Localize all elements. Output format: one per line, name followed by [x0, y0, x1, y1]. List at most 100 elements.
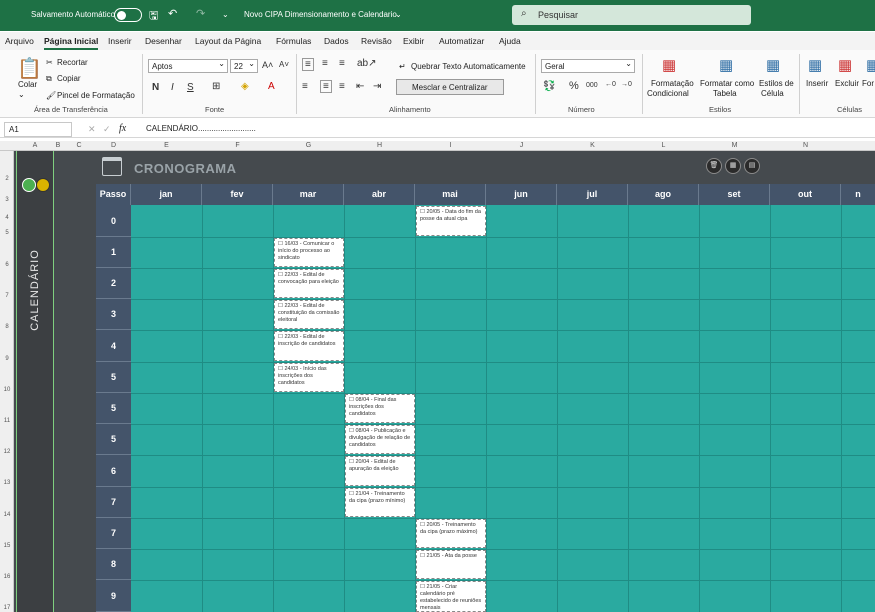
name-box[interactable]: A1	[4, 122, 72, 137]
row-header[interactable]: 9	[0, 356, 14, 362]
step-cell[interactable]: 3	[96, 299, 131, 330]
step-cell[interactable]: 8	[96, 549, 131, 580]
column-header[interactable]: M	[699, 142, 770, 149]
italic-icon[interactable]: I	[171, 82, 174, 93]
format-as-table-icon[interactable]: ▦	[719, 56, 733, 74]
tab-ajuda[interactable]: Ajuda	[499, 36, 521, 46]
document-title[interactable]: Novo CIPA Dimensionamento e Calendario	[244, 10, 397, 19]
insert-cells-icon[interactable]: ▦	[808, 56, 822, 74]
autosave-toggle[interactable]	[114, 8, 142, 22]
step-cell[interactable]: 5	[96, 424, 131, 455]
align-top-icon[interactable]: ≡	[302, 58, 314, 71]
task-card[interactable]: ☐ 20/04 - Edital de apuração da eleição	[345, 456, 415, 486]
column-header[interactable]: A	[16, 142, 54, 149]
conditional-formatting-line1[interactable]: Formatação	[651, 79, 694, 88]
step-cell[interactable]: 0	[96, 205, 131, 237]
format-as-table-line2[interactable]: Tabela	[713, 89, 737, 98]
delete-cells-icon[interactable]: ▦	[838, 56, 852, 74]
conditional-formatting-line2[interactable]: Condicional	[647, 89, 689, 98]
tab-pagina-inicial[interactable]: Página Inicial	[44, 36, 99, 50]
formula-input[interactable]: CALENDÁRIO..........................	[146, 124, 256, 133]
tab-desenhar[interactable]: Desenhar	[145, 36, 182, 46]
row-header[interactable]: 16	[0, 574, 14, 580]
step-cell[interactable]: 2	[96, 268, 131, 299]
step-cell[interactable]: 9	[96, 580, 131, 612]
task-card[interactable]: ☐ 20/05 - Treinamento da cipa (prazo máx…	[416, 519, 486, 548]
grow-font-icon[interactable]: A˄	[262, 60, 273, 70]
align-right-icon[interactable]: ≡	[339, 81, 345, 92]
column-header[interactable]: G	[273, 142, 344, 149]
task-card[interactable]: ☐ 21/05 - Ata da posse	[416, 550, 486, 579]
orientation-icon[interactable]: ab↗	[357, 58, 377, 69]
enter-icon[interactable]: ✓	[103, 124, 111, 135]
cut-button[interactable]: Recortar	[57, 58, 88, 67]
cut-icon[interactable]: ✂	[46, 58, 53, 67]
row-header[interactable]: 13	[0, 480, 14, 486]
font-size-select[interactable]: 22	[230, 59, 258, 73]
grid-icon[interactable]: ▦	[725, 158, 741, 174]
accounting-format-icon[interactable]: 💱	[543, 81, 555, 92]
delete-cells-button[interactable]: Excluir	[835, 79, 859, 88]
column-header[interactable]: B	[54, 142, 62, 149]
cell-styles-line2[interactable]: Célula	[761, 89, 784, 98]
column-header[interactable]: C	[62, 142, 96, 149]
format-cells-button[interactable]: For	[862, 79, 874, 88]
step-cell[interactable]: 7	[96, 518, 131, 549]
shrink-font-icon[interactable]: A˅	[279, 60, 289, 69]
column-header[interactable]: D	[96, 142, 131, 149]
task-card[interactable]: ☐ 22/03 - Edital de constituição da comi…	[274, 300, 344, 329]
row-header[interactable]: 4	[0, 215, 14, 221]
row-header[interactable]: 17	[0, 605, 14, 611]
format-as-table-line1[interactable]: Formatar como	[700, 79, 754, 88]
title-chevron-down-icon[interactable]: ⌄	[395, 10, 402, 19]
column-header[interactable]: K	[557, 142, 628, 149]
format-painter-icon[interactable]: 🖌	[46, 91, 56, 100]
column-header[interactable]: N	[770, 142, 841, 149]
tab-automatizar[interactable]: Automatizar	[439, 36, 484, 46]
column-header[interactable]: H	[344, 142, 415, 149]
row-header[interactable]: 11	[0, 418, 14, 424]
tab-inserir[interactable]: Inserir	[108, 36, 132, 46]
tab-revisao[interactable]: Revisão	[361, 36, 392, 46]
task-card[interactable]: ☐ 16/03 - Comunicar o início do processo…	[274, 238, 344, 267]
merge-center-button[interactable]: Mesclar e Centralizar	[396, 79, 504, 95]
column-header[interactable]: J	[486, 142, 557, 149]
step-cell[interactable]: 5	[96, 362, 131, 393]
step-cell[interactable]: 4	[96, 330, 131, 362]
insert-function-icon[interactable]: fx	[119, 123, 126, 134]
row-header[interactable]: 14	[0, 512, 14, 518]
decrease-decimal-icon[interactable]: →0	[621, 81, 632, 88]
font-name-select[interactable]: Aptos	[148, 59, 228, 73]
bold-icon[interactable]: N	[152, 82, 159, 93]
row-header[interactable]: 15	[0, 543, 14, 549]
task-card[interactable]: ☐ 21/04 - Treinamento da cipa (prazo mín…	[345, 488, 415, 517]
step-cell[interactable]: 5	[96, 393, 131, 424]
cell-styles-line1[interactable]: Estilos de	[759, 79, 794, 88]
column-header[interactable]: F	[202, 142, 273, 149]
calendar-side-panel[interactable]	[16, 151, 54, 612]
task-card[interactable]: ☐ 08/04 - Publicação e divulgação de rel…	[345, 425, 415, 454]
step-cell[interactable]: 1	[96, 237, 131, 268]
row-header[interactable]: 10	[0, 387, 14, 393]
increase-indent-icon[interactable]: ⇥	[373, 81, 381, 92]
paste-icon[interactable]: 📋	[17, 56, 42, 81]
task-card[interactable]: ☐ 20/05 - Data do fim da posse da atual …	[416, 206, 486, 236]
row-header[interactable]: 8	[0, 324, 14, 330]
column-header[interactable]: E	[131, 142, 202, 149]
customize-toolbar-icon[interactable]: ⌄	[222, 10, 229, 19]
conditional-formatting-icon[interactable]: ▦	[662, 56, 676, 74]
increase-decimal-icon[interactable]: ←0	[605, 81, 616, 88]
paste-chevron-icon[interactable]: ⌄	[18, 90, 25, 99]
copy-icon[interactable]: ⧉	[46, 74, 52, 84]
trash-icon[interactable]: 🗑	[706, 158, 722, 174]
save-icon[interactable]: 🖫	[149, 7, 158, 26]
align-left-icon[interactable]: ≡	[302, 81, 308, 92]
borders-icon[interactable]: ⊞	[212, 81, 220, 92]
wrap-text-button[interactable]: Quebrar Texto Automaticamente	[411, 62, 526, 71]
tab-layout[interactable]: Layout da Página	[195, 36, 261, 46]
cell-styles-icon[interactable]: ▦	[766, 56, 780, 74]
row-header[interactable]: 7	[0, 293, 14, 299]
task-card[interactable]: ☐ 08/04 - Final das inscrições dos candi…	[345, 394, 415, 423]
format-cells-icon[interactable]: ▦	[866, 56, 875, 74]
task-card[interactable]: ☐ 22/03 - Edital de convocação para elei…	[274, 269, 344, 298]
